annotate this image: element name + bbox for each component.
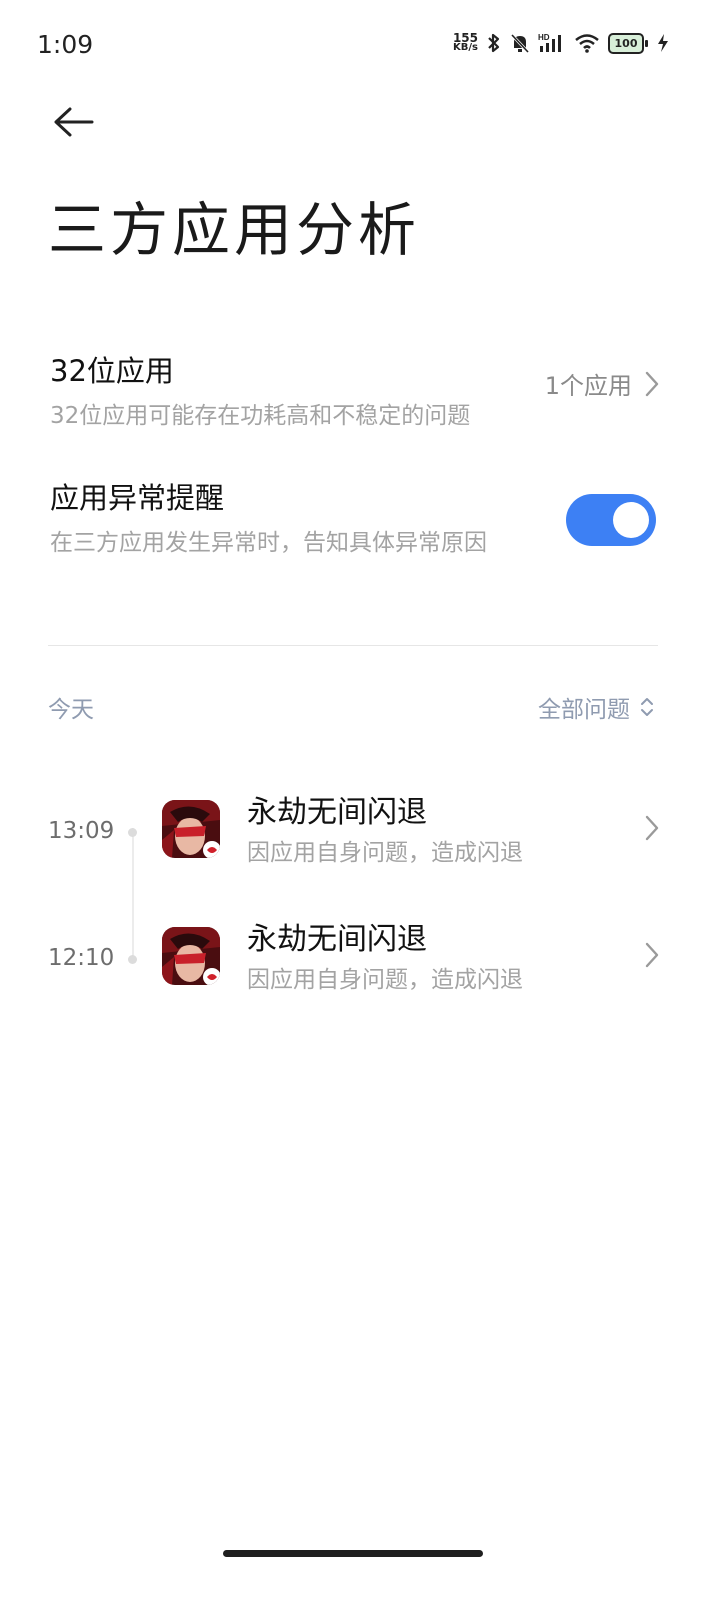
timeline-dot xyxy=(128,955,137,964)
item-title: 永劫无间闪退 xyxy=(247,795,427,830)
setting-desc-32bit: 32位应用可能存在功耗高和不稳定的问题 xyxy=(50,403,471,429)
mute-bell-icon xyxy=(510,33,530,54)
timeline-item[interactable]: 13:09 永劫无间闪退 因应用自身问题，造成闪退 xyxy=(48,795,660,880)
battery-icon: 100 xyxy=(608,32,648,54)
timeline-item[interactable]: 12:10 永劫无间闪退 因应用自身问题，造成闪退 xyxy=(48,922,660,1007)
wifi-icon xyxy=(575,34,599,53)
item-description: 因应用自身问题，造成闪退 xyxy=(247,840,523,866)
timeline-filter-bar: 今天 全部问题 xyxy=(48,690,658,724)
chevron-right-icon xyxy=(644,941,660,973)
sort-updown-icon xyxy=(641,698,653,716)
section-divider xyxy=(48,645,658,646)
filter-label: 全部问题 xyxy=(538,697,630,723)
app-icon-naraka xyxy=(162,927,220,985)
item-time: 13:09 xyxy=(48,818,115,844)
status-bar: 1:09 155 KB/s HD 100 xyxy=(0,0,720,90)
hd-signal-icon: HD xyxy=(538,33,561,52)
toggle-knob xyxy=(613,502,649,538)
status-time: 1:09 xyxy=(37,30,94,59)
bluetooth-icon xyxy=(488,33,500,53)
anomaly-alert-toggle[interactable] xyxy=(566,494,656,546)
back-button[interactable] xyxy=(50,103,96,141)
network-speed-unit: KB/s xyxy=(452,42,478,53)
svg-text:HD: HD xyxy=(538,33,550,42)
item-description: 因应用自身问题，造成闪退 xyxy=(247,967,523,993)
item-title: 永劫无间闪退 xyxy=(247,922,427,957)
setting-row-anomaly-alert: 应用异常提醒 在三方应用发生异常时，告知具体异常原因 xyxy=(50,475,660,556)
back-arrow-icon xyxy=(54,107,94,137)
app-count-label: 1个应用 xyxy=(544,372,632,400)
issue-filter-dropdown[interactable]: 全部问题 xyxy=(538,690,654,724)
setting-value-32bit: 1个应用 xyxy=(545,366,660,401)
item-time: 12:10 xyxy=(48,945,115,971)
charging-icon xyxy=(658,34,668,52)
page-title: 三方应用分析 xyxy=(48,196,421,264)
home-indicator[interactable] xyxy=(223,1550,483,1557)
timeline-dot xyxy=(128,828,137,837)
status-icons: 155 KB/s HD 100 xyxy=(453,32,670,54)
app-icon-naraka xyxy=(162,800,220,858)
day-label: 今天 xyxy=(48,697,94,723)
setting-row-32bit-apps[interactable]: 32位应用 32位应用可能存在功耗高和不稳定的问题 1个应用 xyxy=(50,348,660,429)
chevron-right-icon xyxy=(645,371,659,396)
battery-level: 100 xyxy=(614,36,638,50)
network-speed: 155 KB/s xyxy=(452,32,478,53)
chevron-right-icon xyxy=(644,814,660,846)
